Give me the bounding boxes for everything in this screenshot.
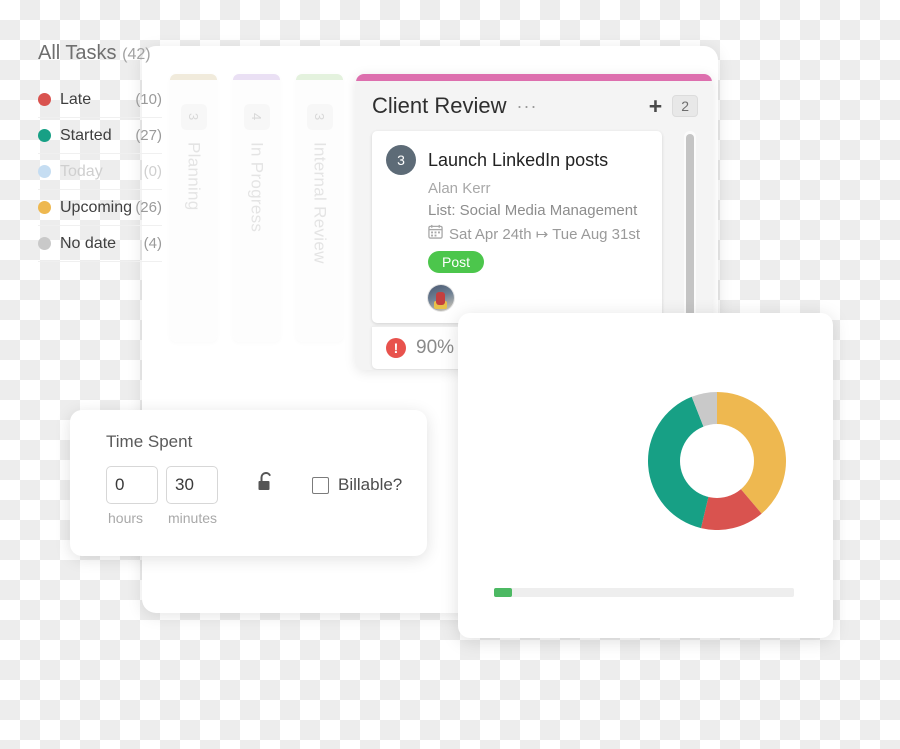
column-accent-bar <box>296 74 343 80</box>
legend-item-upcoming[interactable]: Upcoming (26) <box>38 190 162 226</box>
legend-label: Today <box>60 162 103 180</box>
task-date-range: Sat Apr 24th ↦ Tue Aug 31st <box>449 225 641 243</box>
legend-item-today[interactable]: Today (0) <box>38 154 162 190</box>
legend-count: (4) <box>143 235 162 252</box>
card-area: 3 Launch LinkedIn posts Alan Kerr List: … <box>372 131 696 323</box>
legend-label: No date <box>60 234 117 252</box>
task-tag[interactable]: Post <box>428 251 485 273</box>
status-dot-late <box>38 93 51 106</box>
scrollbar-thumb[interactable] <box>686 134 694 317</box>
time-spent-panel: Time Spent hours minutes Billable? <box>70 410 427 556</box>
hours-label: hours <box>108 510 144 526</box>
task-progress-percent: 90% <box>416 337 455 358</box>
legend-item-no-date[interactable]: No date (4) <box>38 226 162 262</box>
column-title: In Progress <box>247 142 267 233</box>
donut-center-hole <box>680 424 754 498</box>
task-number-badge: 3 <box>386 145 416 175</box>
status-dot-no-date <box>38 237 51 250</box>
billable-checkbox-group[interactable]: Billable? <box>312 475 402 495</box>
task-card[interactable]: 3 Launch LinkedIn posts Alan Kerr List: … <box>372 131 662 323</box>
legend-count: (26) <box>135 199 162 216</box>
task-assignee: Alan Kerr <box>428 180 491 197</box>
unlock-icon[interactable] <box>256 471 276 500</box>
legend-label: Upcoming <box>60 198 133 216</box>
task-date-range-row: Sat Apr 24th ↦ Tue Aug 31st <box>428 224 648 243</box>
task-card-meta: Alan Kerr List: Social Media Management <box>428 180 648 311</box>
scrollbar-track[interactable] <box>684 131 696 323</box>
legend-item-started[interactable]: Started (27) <box>38 118 162 154</box>
legend-count: (10) <box>135 91 162 108</box>
column-accent-bar <box>356 74 712 81</box>
column-accent-bar <box>170 74 217 80</box>
hours-input[interactable] <box>106 466 158 504</box>
alert-icon: ! <box>386 338 406 358</box>
legend-count: (27) <box>135 127 162 144</box>
column-title: Client Review <box>372 93 507 118</box>
avatar[interactable] <box>428 285 454 311</box>
overall-progress-track <box>494 588 794 597</box>
add-task-icon[interactable]: + <box>649 94 662 118</box>
task-status-legend: Late (10) Started (27) Today (0) Upcomin… <box>38 82 162 262</box>
billable-checkbox[interactable] <box>312 476 329 494</box>
task-title: Launch LinkedIn posts <box>428 149 609 170</box>
task-list-name: List: Social Media Management <box>428 202 638 219</box>
collapsed-column-in-progress[interactable]: 4 In Progress <box>233 74 280 342</box>
legend-label: Started <box>60 126 112 144</box>
column-count: 4 <box>243 104 270 130</box>
time-spent-controls: hours minutes Billable? <box>106 466 427 526</box>
all-tasks-title-text: All Tasks <box>38 42 117 64</box>
hours-field-group: hours <box>106 466 158 526</box>
all-tasks-title: All Tasks (42) <box>38 42 151 65</box>
column-header: Client Review ··· + 2 <box>356 81 712 125</box>
all-tasks-total: (42) <box>122 46 151 63</box>
column-count-badge: 2 <box>672 95 698 117</box>
status-dot-today <box>38 165 51 178</box>
column-count: 3 <box>306 104 333 130</box>
column-count: 3 <box>180 104 207 130</box>
billable-label: Billable? <box>338 475 403 494</box>
overall-progress-fill <box>494 588 512 597</box>
legend-count: (0) <box>143 163 162 180</box>
column-title: Planning <box>184 142 204 211</box>
collapsed-column-planning[interactable]: 3 Planning <box>170 74 217 342</box>
more-options-icon[interactable]: ··· <box>517 97 538 115</box>
minutes-label: minutes <box>168 510 218 526</box>
column-accent-bar <box>233 74 280 80</box>
minutes-input[interactable] <box>166 466 218 504</box>
task-status-donut-chart <box>648 392 786 530</box>
status-dot-started <box>38 129 51 142</box>
time-spent-title: Time Spent <box>106 432 193 451</box>
status-dot-upcoming <box>38 201 51 214</box>
collapsed-column-internal-review[interactable]: 3 Internal Review <box>296 74 343 342</box>
minutes-field-group: minutes <box>166 466 218 526</box>
column-title: Internal Review <box>310 142 330 264</box>
legend-item-late[interactable]: Late (10) <box>38 82 162 118</box>
calendar-icon <box>428 224 443 243</box>
task-card-header: 3 Launch LinkedIn posts <box>386 145 648 175</box>
legend-label: Late <box>60 90 92 108</box>
